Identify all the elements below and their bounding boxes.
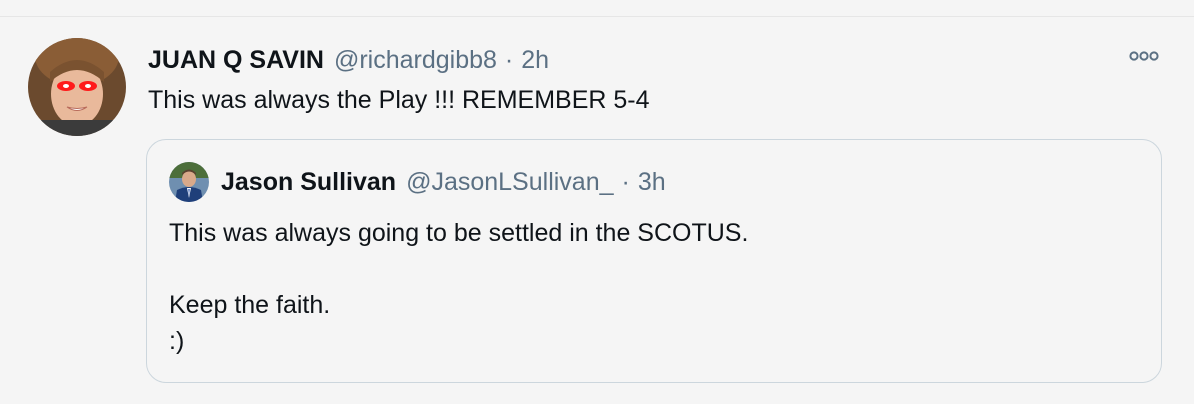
author-avatar[interactable] — [28, 38, 126, 136]
quoted-tweet-text: This was always going to be settled in t… — [169, 215, 748, 359]
tweet-timestamp[interactable]: 2h — [521, 46, 549, 75]
quoted-author-handle[interactable]: @JasonLSullivan_ — [406, 168, 613, 197]
quoted-text-line: This was always going to be settled in t… — [169, 219, 749, 247]
tweet-header: JUAN Q SAVIN @richardgibb8 · 2h — [148, 44, 549, 76]
separator-dot: · — [621, 167, 630, 196]
quoted-author-name[interactable]: Jason Sullivan — [221, 168, 396, 197]
quoted-text-line: Keep the faith. — [169, 291, 331, 319]
top-divider — [0, 16, 1194, 17]
quoted-tweet-card[interactable]: Jason Sullivan @JasonLSullivan_ · 3h Thi… — [146, 139, 1162, 383]
quoted-tweet-timestamp[interactable]: 3h — [638, 168, 666, 197]
tweet-text: This was always the Play !!! REMEMBER 5-… — [148, 86, 650, 114]
more-options-icon — [1129, 51, 1159, 61]
profile-photo-icon — [28, 38, 126, 136]
more-options-button[interactable] — [1126, 44, 1162, 68]
separator-dot: · — [504, 45, 514, 74]
quoted-text-line — [169, 251, 748, 287]
author-handle[interactable]: @richardgibb8 — [334, 46, 497, 75]
quoted-author-avatar[interactable] — [169, 162, 209, 202]
quoted-text-line: :) — [169, 327, 185, 355]
profile-photo-icon — [169, 162, 209, 202]
quoted-tweet-header: Jason Sullivan @JasonLSullivan_ · 3h — [221, 166, 666, 198]
author-name[interactable]: JUAN Q SAVIN — [148, 46, 324, 75]
